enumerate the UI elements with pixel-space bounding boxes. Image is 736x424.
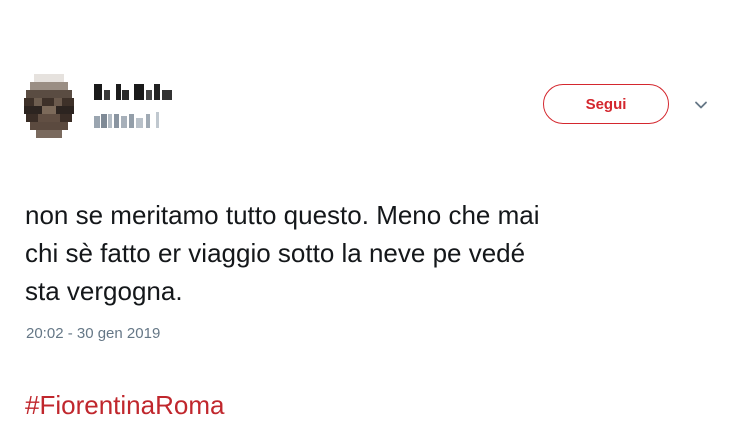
hashtag-link[interactable]: #FiorentinaRoma <box>25 390 224 420</box>
avatar[interactable] <box>24 74 74 138</box>
follow-button[interactable]: Segui <box>543 84 669 124</box>
tweet-body: non se meritamo tutto questo. Meno che m… <box>25 200 540 306</box>
user-handle[interactable] <box>94 110 166 130</box>
chevron-down-icon[interactable] <box>693 97 709 113</box>
tweet-text: non se meritamo tutto questo. Meno che m… <box>25 158 725 424</box>
tweet-timestamp[interactable]: 20:02 - 30 gen 2019 <box>26 325 160 342</box>
user-display-name[interactable] <box>94 82 176 102</box>
